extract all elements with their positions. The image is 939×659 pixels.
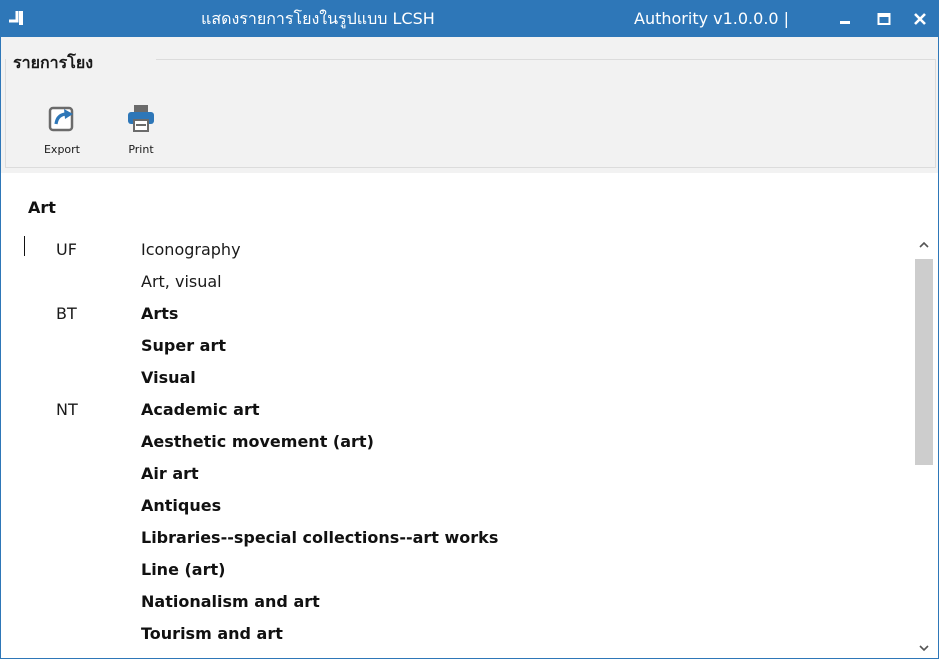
reference-row: Antiques [1,491,906,523]
reference-term: Tourism and art [141,624,283,643]
reference-term: Antiques [141,496,222,515]
window-title: แสดงรายการโยงในรูปแบบ LCSH [201,9,435,28]
reference-term: Art, visual [141,272,222,291]
print-button[interactable]: Print [113,101,169,167]
reference-code: BT [56,304,77,323]
reference-term: Libraries--special collections--art work… [141,528,499,547]
chevron-down-icon [919,645,929,652]
reference-row: Air art [1,459,906,491]
ribbon-group-title: รายการโยง [9,51,97,76]
title-bar[interactable]: แสดงรายการโยงในรูปแบบ LCSH Authority v1.… [1,1,938,37]
version-label: Authority v1.0.0.0 | [634,9,790,28]
app-icon [9,11,23,25]
reference-list[interactable]: UF Iconography Art, visual BT Arts Super… [1,235,906,658]
export-icon [48,106,74,132]
scroll-up-button[interactable] [914,235,934,255]
reference-code: UF [56,240,77,259]
export-label: Export [43,143,80,156]
report-window: แสดงรายการโยงในรูปแบบ LCSH Authority v1.… [0,0,939,659]
reference-term: Arts [141,304,179,323]
minimize-icon [840,21,850,24]
close-icon [914,13,926,25]
reference-term: Nationalism and art [141,592,320,611]
reference-term: Academic art [141,400,260,419]
reference-row: Nationalism and art [1,587,906,619]
scroll-thumb[interactable] [915,259,933,465]
reference-term: Aesthetic movement (art) [141,432,374,451]
reference-term: Line (art) [141,560,226,579]
reference-term: Visual [141,368,196,387]
vertical-scrollbar[interactable] [914,235,934,658]
chevron-up-icon [919,241,929,248]
reference-term: Iconography [141,240,241,259]
maximize-button[interactable] [869,1,899,37]
report-content: Art UF Iconography Art, visual BT Arts S… [1,173,938,658]
scroll-down-button[interactable] [914,638,934,658]
reference-code: NT [56,400,78,419]
ribbon-toolbar: รายการโยง Export Print [1,37,938,173]
reference-row: Visual [1,363,906,395]
close-button[interactable] [905,1,935,37]
reference-row: Art, visual [1,267,906,299]
reference-row: NT Academic art [1,395,906,427]
reference-row: Libraries--special collections--art work… [1,523,906,555]
reference-row: Aesthetic movement (art) [1,427,906,459]
reference-row: Super art [1,331,906,363]
maximize-icon [877,13,891,25]
reference-row: Line (art) [1,555,906,587]
reference-row: BT Arts [1,299,906,331]
export-button[interactable]: Export [34,101,90,167]
print-label: Print [128,143,154,156]
minimize-button[interactable] [830,1,860,37]
reference-term: Super art [141,336,227,355]
reference-term: Air art [141,464,199,483]
reference-row: UF Iconography [1,235,906,267]
printer-icon [128,105,154,132]
subject-heading: Art [28,198,56,217]
reference-row: Tourism and art [1,619,906,651]
